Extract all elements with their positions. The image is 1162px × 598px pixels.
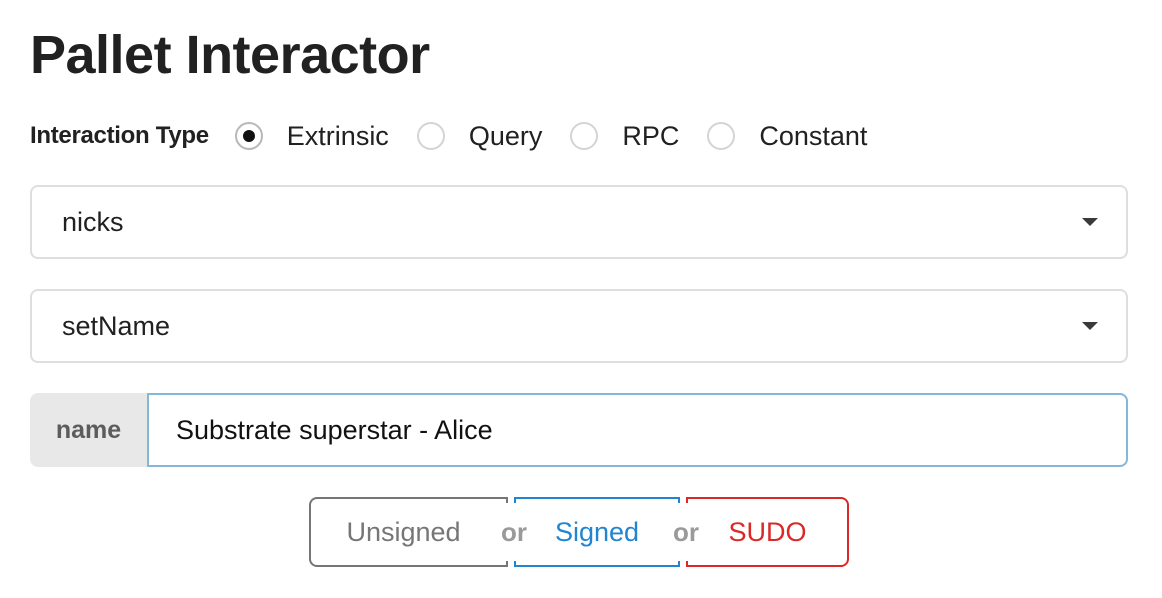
radio-label: Query [468, 120, 543, 151]
unsigned-button[interactable]: Unsigned [309, 497, 508, 567]
radio-unchecked-icon[interactable] [570, 122, 599, 150]
call-dropdown[interactable]: setName [30, 289, 1128, 363]
radio-label: Constant [759, 120, 868, 151]
radio-unchecked-icon[interactable] [416, 122, 445, 150]
page-title: Pallet Interactor [30, 25, 430, 85]
or-divider-text: or [493, 503, 535, 561]
interaction-type-radio-group: Interaction Type Extrinsic Query RPC Con… [30, 118, 895, 154]
radio-dot-icon [242, 130, 255, 142]
radio-label: RPC [622, 120, 680, 151]
sudo-button[interactable]: SUDO [686, 497, 849, 567]
radio-rpc[interactable]: RPC [570, 121, 679, 152]
radio-constant[interactable]: Constant [707, 121, 867, 152]
param-input-label: name [30, 393, 147, 467]
radio-checked-icon[interactable] [234, 122, 263, 150]
radio-query[interactable]: Query [416, 120, 543, 152]
radio-extrinsic[interactable]: Extrinsic [234, 120, 389, 152]
submit-button-group: Unsigned or Signed or SUDO [309, 497, 849, 567]
interaction-type-label: Interaction Type [30, 122, 209, 149]
or-divider-text: or [665, 503, 707, 561]
param-name-input[interactable] [147, 393, 1128, 467]
radio-unchecked-icon[interactable] [707, 122, 736, 150]
caret-down-icon[interactable] [1082, 322, 1098, 330]
pallet-dropdown-value: nicks [62, 206, 124, 237]
call-dropdown-value: setName [62, 310, 171, 341]
pallet-dropdown[interactable]: nicks [30, 185, 1128, 259]
signed-button[interactable]: Signed [514, 497, 680, 567]
radio-label: Extrinsic [286, 120, 389, 151]
param-input-group: name [30, 393, 1128, 467]
caret-down-icon[interactable] [1082, 218, 1098, 226]
